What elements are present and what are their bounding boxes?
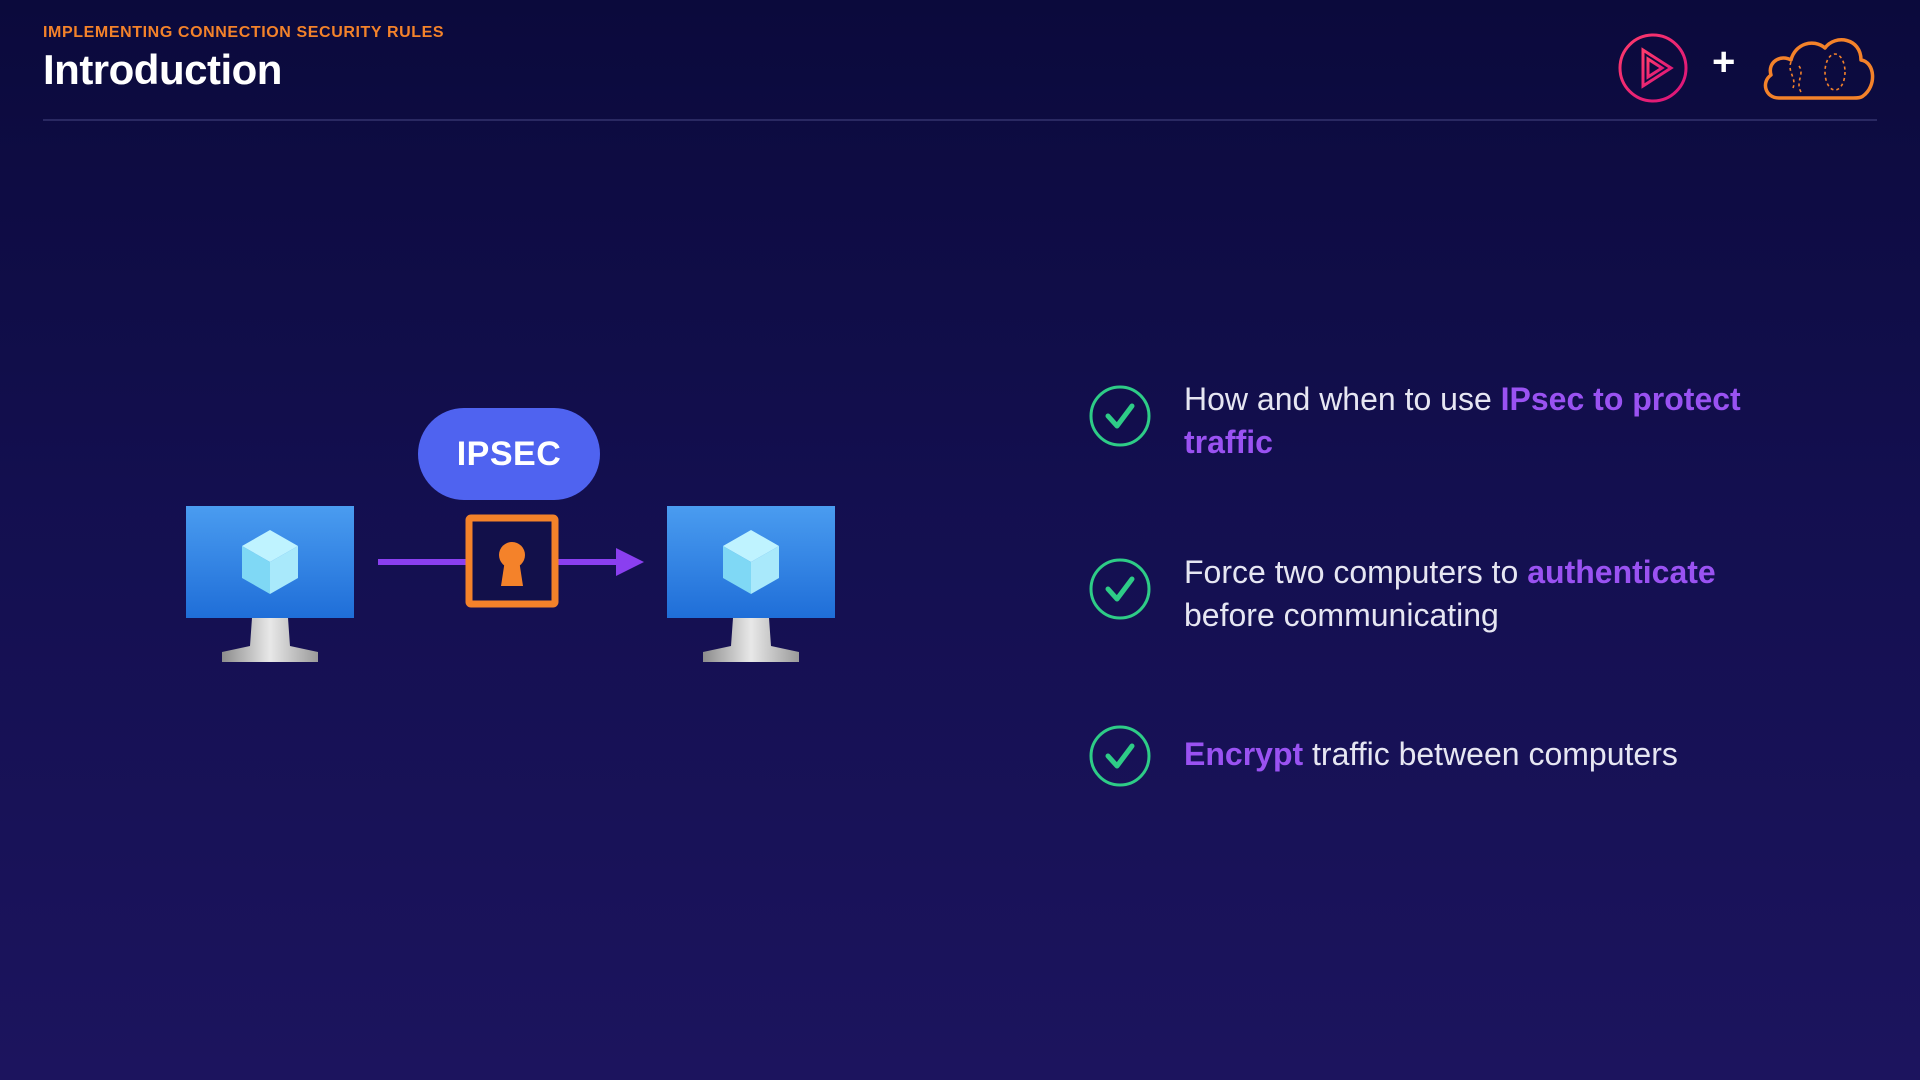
plus-sign: + [1712,40,1736,84]
text-plain: How and when to use [1184,381,1501,417]
text-plain: Force two computers to [1184,554,1528,590]
ipsec-diagram: IPSEC [180,400,850,690]
section-label: IMPLEMENTING CONNECTION SECURITY RULES [43,24,445,41]
header-divider [43,119,1877,121]
ipsec-badge: IPSEC [418,408,600,500]
check-circle-icon [1089,385,1151,447]
checklist-text: Force two computers to authenticate befo… [1184,551,1784,637]
right-computer-monitor-icon [667,506,835,662]
check-circle-icon [1089,725,1151,787]
brand-logos: + [1617,30,1877,108]
check-circle-icon [1089,558,1151,620]
checklist-text: Encrypt traffic between computers [1184,733,1784,776]
text-plain: traffic between computers [1303,736,1678,772]
pluralsight-play-icon [1618,33,1688,103]
text-highlight: Encrypt [1184,736,1304,772]
text-plain: before communicating [1184,597,1499,633]
checklist-text: How and when to use IPsec to protect tra… [1184,378,1784,464]
page-title: Introduction [43,46,282,93]
text-highlight: authenticate [1527,554,1716,590]
slide-header: IMPLEMENTING CONNECTION SECURITY RULES I… [43,24,444,94]
left-computer-monitor-icon [186,506,354,662]
cloud-logo-icon [1763,38,1875,100]
lock-keyhole-icon [465,514,559,608]
